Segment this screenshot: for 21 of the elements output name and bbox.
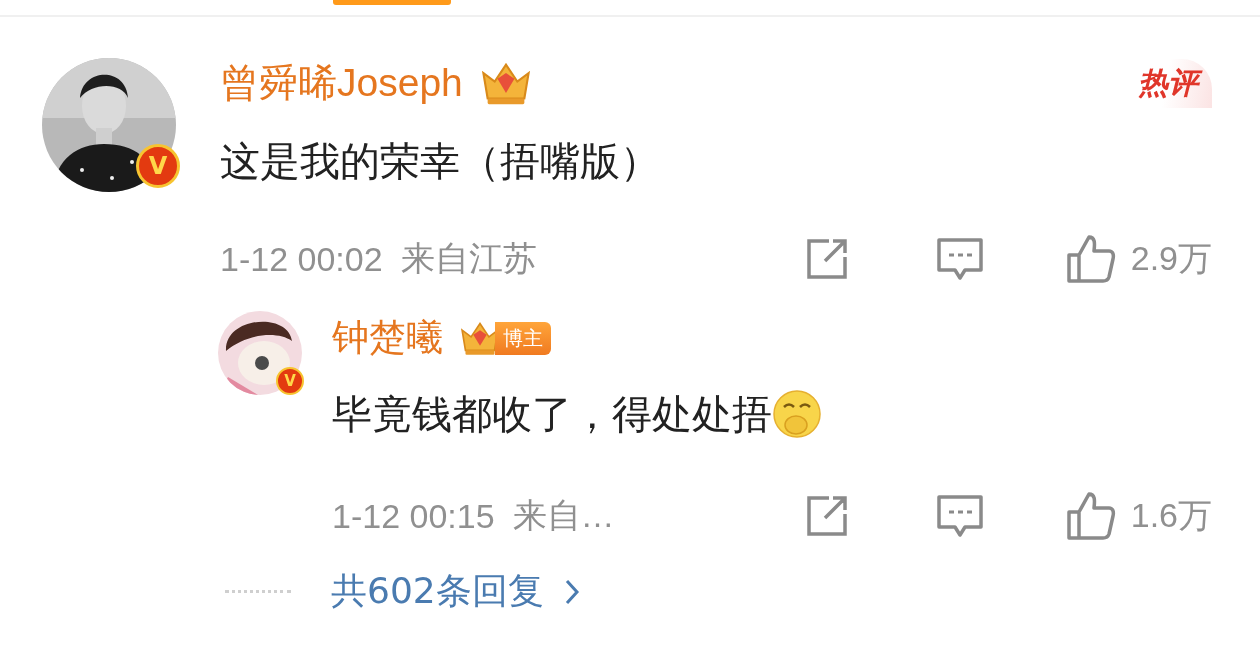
- username[interactable]: 曾舜晞Joseph: [220, 56, 463, 110]
- comment-icon[interactable]: [934, 236, 985, 282]
- like-button[interactable]: 2.9万: [1064, 233, 1212, 285]
- comment-text: 这是我的荣幸（捂嘴版）: [220, 137, 661, 186]
- dotted-line: [225, 590, 291, 593]
- comment-location: 来自…: [512, 495, 615, 536]
- comment-icon[interactable]: [934, 493, 985, 539]
- chevron-right-icon: [563, 577, 580, 606]
- comment-time: 1-12 00:15: [332, 496, 495, 536]
- verified-badge: V: [136, 144, 180, 188]
- hot-comment-tag: 热评: [1136, 58, 1212, 108]
- comment-time: 1-12 00:02: [220, 239, 383, 279]
- verified-badge: V: [276, 367, 304, 395]
- blogger-tag: 博主: [495, 321, 551, 355]
- more-replies-link[interactable]: 共602条回复: [331, 567, 580, 616]
- username[interactable]: 钟楚曦: [332, 313, 443, 363]
- reply-text: 毕竟钱都收了，得处处捂: [332, 390, 772, 439]
- thumbs-up-icon: [1064, 233, 1117, 285]
- like-button[interactable]: 1.6万: [1064, 490, 1212, 542]
- thumbs-up-icon: [1064, 490, 1117, 542]
- comment-location: 来自江苏: [400, 238, 537, 279]
